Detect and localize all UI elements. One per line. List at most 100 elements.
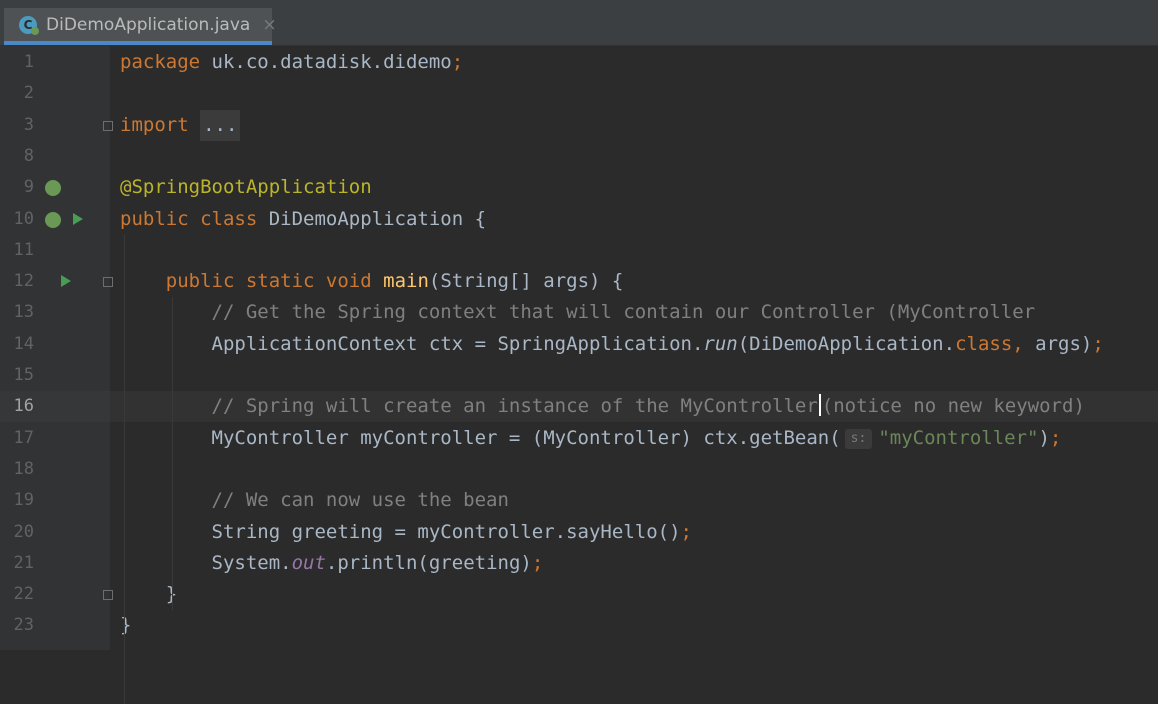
code-token: "myController" — [878, 426, 1039, 449]
java-class-icon: C — [18, 14, 40, 36]
code-token: System. — [120, 551, 292, 574]
code-token: out — [291, 551, 326, 574]
run-icon[interactable] — [73, 212, 83, 225]
line-number: 2 — [23, 83, 34, 104]
line-number: 22 — [13, 584, 34, 605]
code-token: class — [955, 332, 1013, 355]
line-number: 18 — [13, 458, 34, 479]
code-line[interactable]: 9 @SpringBootApplication — [0, 172, 1158, 203]
code-line[interactable]: 15 — [0, 360, 1158, 391]
code-token: uk.co.datadisk.didemo — [200, 51, 452, 73]
code-line[interactable]: 10 public class DiDemoApplication { — [0, 204, 1158, 235]
code-token: ; — [1049, 426, 1062, 449]
code-token: // Spring will create an instance of the… — [211, 395, 818, 418]
code-text: package uk.co.datadisk.didemo; — [120, 47, 463, 78]
code-token: (notice no new keyword) — [821, 395, 1085, 418]
code-token: // We can now use the bean — [211, 489, 509, 512]
line-number: 1 — [23, 52, 34, 72]
line-number: 14 — [13, 333, 34, 354]
code-line[interactable]: 1 package uk.co.datadisk.didemo; — [0, 47, 1158, 78]
code-text: public class DiDemoApplication { — [120, 204, 486, 235]
code-token: String greeting = myController.sayHello(… — [120, 520, 681, 543]
code-token: ; — [451, 51, 464, 73]
code-token: DiDemoApplication { — [257, 207, 487, 230]
code-token: } — [120, 583, 178, 606]
code-token: MyController myController = (MyControlle… — [120, 426, 841, 449]
line-number: 9 — [23, 177, 34, 198]
code-line[interactable]: 20 String greeting = myController.sayHel… — [0, 517, 1158, 548]
code-token: } — [120, 614, 132, 637]
code-text: ApplicationContext ctx = SpringApplicati… — [120, 329, 1104, 360]
fold-collapse-icon[interactable] — [103, 277, 113, 288]
line-number: 17 — [13, 427, 34, 448]
code-token: ; — [531, 551, 544, 574]
close-icon[interactable]: × — [262, 15, 276, 35]
code-line[interactable]: 16 // Spring will create an instance of … — [0, 391, 1158, 422]
code-editor[interactable]: 1 package uk.co.datadisk.didemo; 2 3 import … — [0, 46, 1158, 704]
code-line[interactable]: 23} — [0, 610, 1158, 641]
indent-guide-method — [172, 297, 173, 611]
code-text: MyController myController = (MyControlle… — [120, 423, 1061, 454]
line-number: 13 — [13, 302, 34, 323]
code-text: // Spring will create an instance of the… — [120, 391, 1085, 422]
code-text: public static void main(String[] args) { — [120, 266, 624, 297]
tab-didemoapplication[interactable]: C DiDemoApplication.java × — [4, 8, 277, 45]
indent-guide-class — [124, 234, 125, 704]
parameter-hint: s: — [844, 428, 873, 449]
code-text: System.out.println(greeting); — [120, 548, 544, 579]
line-number: 12 — [13, 271, 34, 292]
code-text: } — [120, 579, 177, 610]
line-number: 19 — [13, 490, 34, 511]
code-token: package — [120, 51, 201, 73]
code-line[interactable]: 18 — [0, 454, 1158, 485]
code-text: import ... — [120, 109, 241, 141]
code-token: .println(greeting) — [325, 551, 532, 574]
code-text: } — [120, 610, 131, 641]
code-text: @SpringBootApplication — [120, 172, 372, 203]
fold-collapse-icon[interactable] — [103, 590, 113, 601]
code-line[interactable]: 22 } — [0, 579, 1158, 610]
folded-imports[interactable]: ... — [200, 109, 241, 141]
code-token: @SpringBootApplication — [120, 176, 372, 199]
code-text: // We can now use the bean — [120, 485, 509, 516]
code-token: main — [383, 270, 429, 293]
code-token: , — [1012, 332, 1024, 355]
code-line[interactable]: 2 — [0, 78, 1158, 109]
line-number: 23 — [13, 615, 34, 636]
code-token: args) — [1023, 332, 1093, 355]
line-number: 8 — [23, 145, 34, 166]
spring-bean-icon[interactable] — [45, 211, 61, 228]
code-line[interactable]: 21 System.out.println(greeting); — [0, 548, 1158, 579]
code-text: String greeting = myController.sayHello(… — [120, 517, 692, 548]
code-line[interactable]: 8 — [0, 141, 1158, 172]
run-icon[interactable] — [61, 275, 71, 288]
text-caret — [818, 394, 821, 417]
code-token: ; — [680, 520, 692, 543]
code-token: (DiDemoApplication. — [737, 332, 956, 355]
line-number: 16 — [13, 396, 34, 417]
fold-expand-icon[interactable] — [103, 120, 113, 131]
code-token: // Get the Spring context that will cont… — [211, 301, 1036, 324]
code-token: (String[] args) { — [428, 270, 624, 293]
line-number: 20 — [13, 521, 34, 542]
code-line[interactable]: 14 ApplicationContext ctx = SpringApplic… — [0, 329, 1158, 360]
code-token: run — [703, 332, 738, 355]
line-number: 11 — [13, 239, 34, 260]
code-line[interactable]: 12 public static void main(String[] args… — [0, 266, 1158, 297]
line-number: 21 — [13, 552, 34, 573]
code-token: ) — [1038, 426, 1050, 449]
code-line[interactable]: 13 // Get the Spring context that will c… — [0, 297, 1158, 328]
code-token: public static void — [165, 270, 372, 293]
code-line[interactable]: 3 import ... — [0, 109, 1158, 141]
code-line[interactable]: 11 — [0, 235, 1158, 266]
line-number: 3 — [23, 114, 34, 135]
code-line[interactable]: 19 // We can now use the bean — [0, 485, 1158, 516]
code-text: // Get the Spring context that will cont… — [120, 297, 1036, 328]
code-line[interactable]: 17 MyController myController = (MyContro… — [0, 423, 1158, 454]
